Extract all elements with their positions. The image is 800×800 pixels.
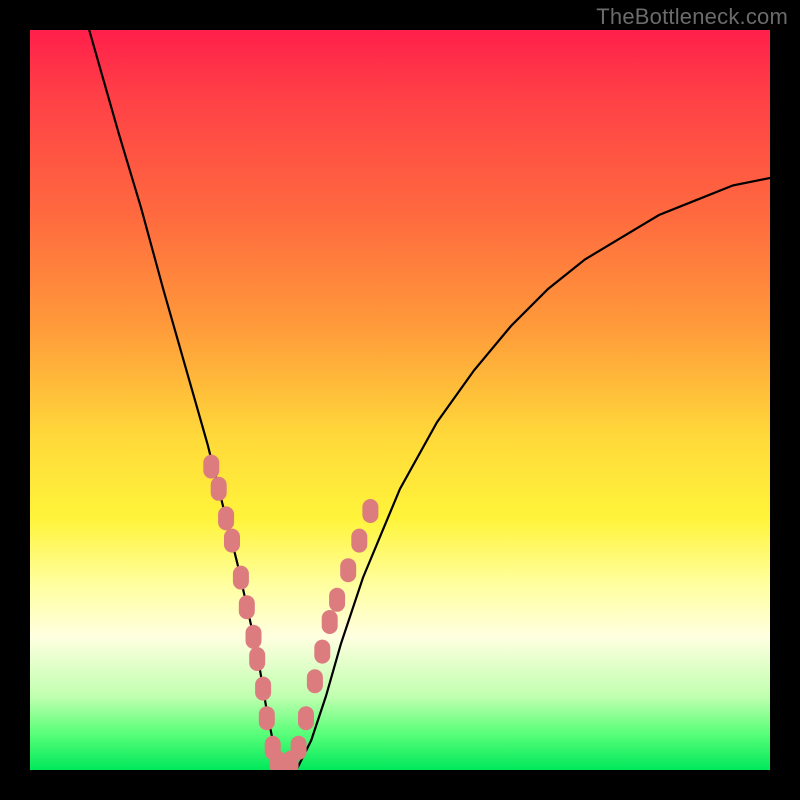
marker-dot xyxy=(249,647,265,671)
watermark-text: TheBottleneck.com xyxy=(596,4,788,30)
marker-dot xyxy=(259,706,275,730)
chart-frame: TheBottleneck.com xyxy=(0,0,800,800)
bottleneck-curve xyxy=(89,30,770,770)
marker-dot xyxy=(211,477,227,501)
marker-dot xyxy=(203,455,219,479)
marker-dot xyxy=(298,706,314,730)
marker-dot xyxy=(233,566,249,590)
marker-dot xyxy=(291,736,307,760)
marker-dot xyxy=(329,588,345,612)
marker-dot xyxy=(340,558,356,582)
chart-svg xyxy=(30,30,770,770)
marker-dot xyxy=(322,610,338,634)
plot-area xyxy=(30,30,770,770)
marker-dot xyxy=(351,529,367,553)
marker-dot xyxy=(255,677,271,701)
marker-dot xyxy=(307,669,323,693)
marker-dot xyxy=(246,625,262,649)
marker-dot xyxy=(224,529,240,553)
marker-dot xyxy=(239,595,255,619)
marker-dot xyxy=(362,499,378,523)
marker-dot xyxy=(314,640,330,664)
marker-dot xyxy=(218,506,234,530)
